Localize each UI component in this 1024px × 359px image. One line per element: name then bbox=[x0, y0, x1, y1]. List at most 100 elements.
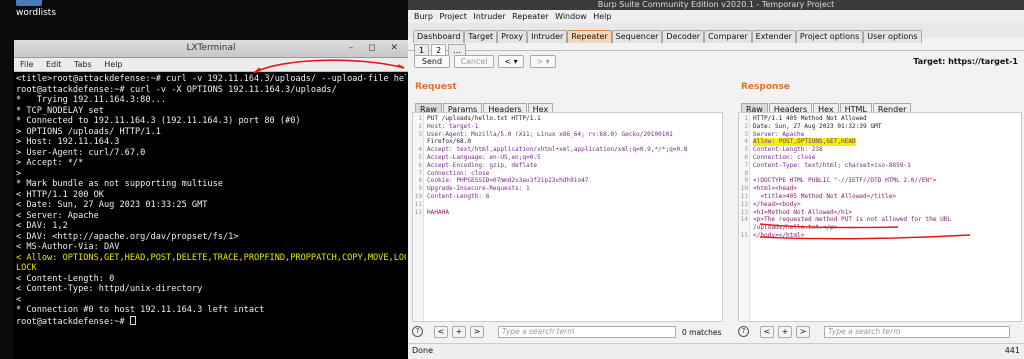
tab-proxy[interactable]: Proxy bbox=[497, 30, 528, 43]
editor-line: 7 Content-Type: text/html; charset=iso-88… bbox=[739, 162, 1021, 170]
editor-line: 9 <!DOCTYPE HTML PUBLIC "-//IETF//DTD HTM… bbox=[739, 177, 1021, 185]
terminal-output[interactable]: <title>root@attackdefense:~# curl -v 192… bbox=[14, 72, 408, 359]
editor-line: 13 <h1>Method Not Allowed</h1> bbox=[739, 209, 1021, 217]
send-button[interactable]: Send bbox=[414, 55, 450, 68]
editor-line: 9 Upgrade-Insecure-Requests: 1 bbox=[413, 185, 722, 193]
request-editor[interactable]: 1 PUT /uploads/hello.txt HTTP/1.1 2 Host: t… bbox=[412, 112, 723, 322]
editor-line: 8 bbox=[739, 170, 1021, 178]
tab-comparer[interactable]: Comparer bbox=[704, 30, 752, 43]
back-button[interactable]: < ▾ bbox=[498, 55, 524, 68]
status-bar: Done 441 bbox=[408, 343, 1024, 359]
desktop-icon-label: wordlists bbox=[16, 8, 57, 18]
search-prev-button[interactable]: < bbox=[434, 326, 448, 338]
editor-line: 6 Connection: close bbox=[739, 154, 1021, 162]
menu-file[interactable]: File bbox=[20, 58, 33, 72]
tab-decoder[interactable]: Decoder bbox=[662, 30, 705, 43]
terminal-line: > User-Agent: curl/7.67.0 bbox=[16, 147, 146, 158]
line-number: 6 bbox=[744, 153, 748, 161]
search-add-button[interactable]: + bbox=[778, 326, 792, 338]
menu-edit[interactable]: Edit bbox=[46, 58, 62, 72]
target-label[interactable]: Target: https://target-1 bbox=[913, 57, 1018, 66]
tab-user-options[interactable]: User options bbox=[863, 30, 922, 43]
menu-window[interactable]: Window bbox=[555, 12, 587, 21]
line-number: 2 bbox=[744, 122, 748, 130]
menu-intruder[interactable]: Intruder bbox=[473, 12, 505, 21]
editor-line: 10 Content-Length: 6 bbox=[413, 193, 722, 201]
status-text: Done bbox=[412, 346, 434, 355]
forward-button[interactable]: > ▾ bbox=[530, 55, 556, 68]
line-number: 10 bbox=[740, 185, 748, 193]
request-search-input[interactable]: Type a search term bbox=[498, 326, 676, 338]
annotation-underline bbox=[759, 223, 971, 240]
terminal-line: > OPTIONS /uploads/ HTTP/1.1 bbox=[16, 126, 161, 137]
search-add-button[interactable]: + bbox=[452, 326, 466, 338]
line-text: Upgrade-Insecure-Requests: 1 bbox=[427, 185, 530, 193]
lxterminal-window[interactable]: LXTerminal – ◻ ✕ File Edit Tabs Help <ti… bbox=[14, 40, 408, 359]
response-heading: Response bbox=[741, 82, 790, 92]
tab-project-options[interactable]: Project options bbox=[795, 30, 864, 43]
search-next-button[interactable]: > bbox=[796, 326, 810, 338]
menu-tabs[interactable]: Tabs bbox=[74, 58, 92, 72]
terminal-cursor bbox=[129, 315, 136, 325]
editor-line: 3 Server: Apache bbox=[739, 131, 1021, 139]
line-text: Cookie: PHPSESSID=07mmd2v3au3f2ip23vhdh9… bbox=[427, 177, 589, 185]
help-icon[interactable]: ? bbox=[412, 326, 423, 337]
tab-target[interactable]: Target bbox=[464, 30, 498, 43]
request-matches: 0 matches bbox=[682, 328, 722, 337]
line-text: Content-Length: 6 bbox=[427, 192, 490, 200]
tab-repeater[interactable]: Repeater bbox=[567, 30, 612, 43]
editor-line: 3 User-Agent: Mozilla/5.0 (X11; Linux x86… bbox=[413, 131, 722, 139]
line-text: <!DOCTYPE HTML PUBLIC "-//IETF//DTD HTML… bbox=[753, 177, 937, 185]
menu-project[interactable]: Project bbox=[439, 12, 466, 21]
cancel-button[interactable]: Cancel bbox=[454, 55, 494, 68]
editor-line: 2 Date: Sun, 27 Aug 2023 01:32:39 GMT bbox=[739, 123, 1021, 131]
line-text: HTTP/1.1 405 Method Not Allowed bbox=[753, 115, 867, 122]
line-number: 11 bbox=[414, 200, 422, 208]
terminal-line: LOCK bbox=[16, 263, 37, 273]
line-text: </head><body> bbox=[753, 200, 801, 208]
menu-repeater[interactable]: Repeater bbox=[512, 12, 548, 21]
terminal-line: < Content-Type: httpd/unix-directory bbox=[16, 284, 203, 294]
burp-title: Burp Suite Community Edition v2020.1 - T… bbox=[408, 0, 1024, 10]
line-text: HAHAHA bbox=[427, 208, 450, 216]
editor-line: 11 <title>405 Method Not Allowed</title> bbox=[739, 193, 1021, 201]
desktop-icon-wordlists[interactable]: wordlists bbox=[10, 0, 60, 22]
line-number: 9 bbox=[418, 185, 422, 193]
editor-line: 11 bbox=[413, 201, 722, 209]
editor-line: 5 Accept-Language: en-US,en;q=0.5 bbox=[413, 154, 722, 162]
search-next-button[interactable]: > bbox=[470, 326, 484, 338]
line-number: 3 bbox=[744, 130, 748, 138]
terminal-line: < Allow: OPTIONS,GET,HEAD,POST,DELETE,TR… bbox=[16, 252, 406, 263]
line-text: Content-Length: 238 bbox=[753, 146, 823, 154]
editor-line: 5 Content-Length: 238 bbox=[739, 146, 1021, 154]
line-text: User-Agent: Mozilla/5.0 (X11; Linux x86_… bbox=[427, 130, 673, 138]
editor-line: 4 Allow: POST,OPTIONS,GET,HEAD bbox=[739, 138, 1021, 147]
tab-extender[interactable]: Extender bbox=[751, 30, 796, 43]
menu-help[interactable]: Help bbox=[593, 12, 611, 21]
line-text: Connection: close bbox=[753, 153, 816, 161]
response-search-input[interactable]: Type a search term bbox=[824, 326, 1010, 338]
editor-line: 6 Accept-Encoding: gzip, deflate bbox=[413, 162, 722, 170]
line-number: 1 bbox=[744, 115, 748, 122]
request-searchbar: ? < + > Type a search term 0 matches bbox=[408, 325, 726, 341]
help-icon[interactable]: ? bbox=[738, 326, 749, 337]
terminal-line: * Connected to 192.11.164.3 (192.11.164.… bbox=[16, 116, 301, 126]
editor-line: 10 <html><head> bbox=[739, 185, 1021, 193]
line-number: 14 bbox=[740, 216, 748, 224]
main-tabs: Dashboard Target Proxy Intruder Repeater Sequ… bbox=[408, 23, 1024, 43]
burp-suite-window: Burp Suite Community Edition v2020.1 - T… bbox=[408, 0, 1024, 359]
line-text: PUT /uploads/hello.txt HTTP/1.1 bbox=[427, 115, 541, 122]
search-prev-button[interactable]: < bbox=[760, 326, 774, 338]
menu-help[interactable]: Help bbox=[104, 58, 122, 72]
tab-intruder[interactable]: Intruder bbox=[527, 30, 568, 43]
line-text: <title>405 Method Not Allowed</title> bbox=[753, 192, 897, 200]
menu-burp[interactable]: Burp bbox=[414, 12, 433, 21]
tab-sequencer[interactable]: Sequencer bbox=[611, 30, 663, 43]
window-buttons[interactable]: – ◻ ✕ bbox=[349, 43, 404, 53]
line-text: Accept: text/html,application/xhtml+xml,… bbox=[427, 146, 688, 154]
line-text: Server: Apache bbox=[753, 130, 805, 138]
terminal-line: root@attackdefense:~# curl -v -X OPTIONS… bbox=[16, 84, 337, 95]
terminal-line: < Content-Length: 0 bbox=[16, 273, 115, 284]
response-editor[interactable]: 1 HTTP/1.1 405 Method Not Allowed 2 Date: S… bbox=[738, 112, 1022, 322]
line-text: <h1>Method Not Allowed</h1> bbox=[753, 208, 853, 216]
